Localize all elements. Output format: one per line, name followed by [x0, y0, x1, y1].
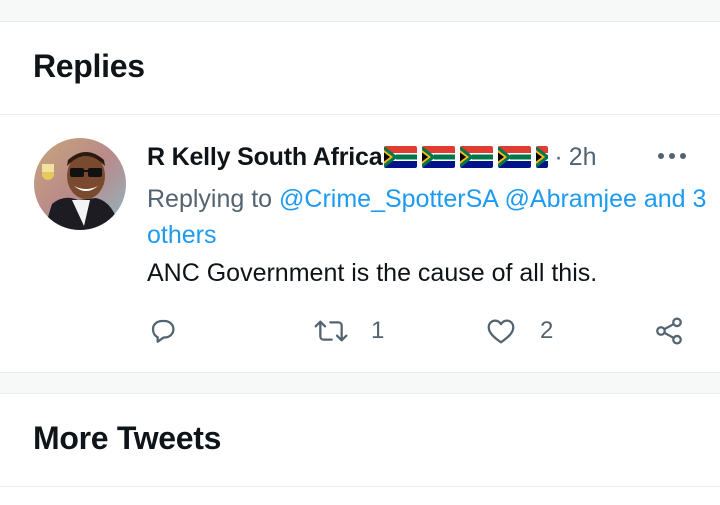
more-horizontal-icon: [657, 147, 687, 165]
tweet-text: ANC Government is the cause of all this.: [147, 259, 598, 287]
share-icon: [653, 315, 685, 347]
south-africa-flag-icon: [384, 146, 418, 168]
reply-icon: [147, 315, 179, 347]
author-name[interactable]: R Kelly South Africa: [147, 143, 383, 172]
divider: [0, 486, 720, 487]
retweet-count: 1: [371, 317, 385, 344]
replies-heading: Replies: [33, 48, 145, 84]
south-africa-flag-icon: [422, 146, 456, 168]
separator-dot: ·: [554, 142, 563, 171]
avatar[interactable]: [34, 138, 126, 230]
like-button[interactable]: 2: [484, 313, 553, 349]
mention-link[interactable]: @Crime_SpotterSA: [279, 185, 498, 213]
section-gap: [0, 372, 720, 394]
tweet-time[interactable]: 2h: [569, 143, 597, 172]
heart-icon: [484, 315, 518, 347]
author-flags: [384, 146, 549, 168]
top-gap: [0, 0, 720, 22]
south-africa-flag-icon: [498, 146, 532, 168]
replying-to-prefix: Replying to: [147, 185, 273, 213]
more-tweets-heading: More Tweets: [33, 420, 222, 456]
retweet-button[interactable]: 1: [313, 313, 384, 349]
tweet-header: R Kelly South Africa · 2h: [147, 140, 597, 174]
more-options-button[interactable]: [652, 142, 692, 170]
replying-to: Replying to @Crime_SpotterSA @Abramjee a…: [147, 181, 707, 253]
share-button[interactable]: [653, 313, 685, 349]
south-africa-flag-icon: [536, 146, 549, 168]
reply-button[interactable]: [147, 313, 201, 349]
divider: [0, 114, 720, 115]
retweet-icon: [313, 315, 349, 347]
like-count: 2: [540, 317, 554, 344]
mention-link[interactable]: @Abramjee: [505, 185, 637, 213]
south-africa-flag-icon: [460, 146, 494, 168]
